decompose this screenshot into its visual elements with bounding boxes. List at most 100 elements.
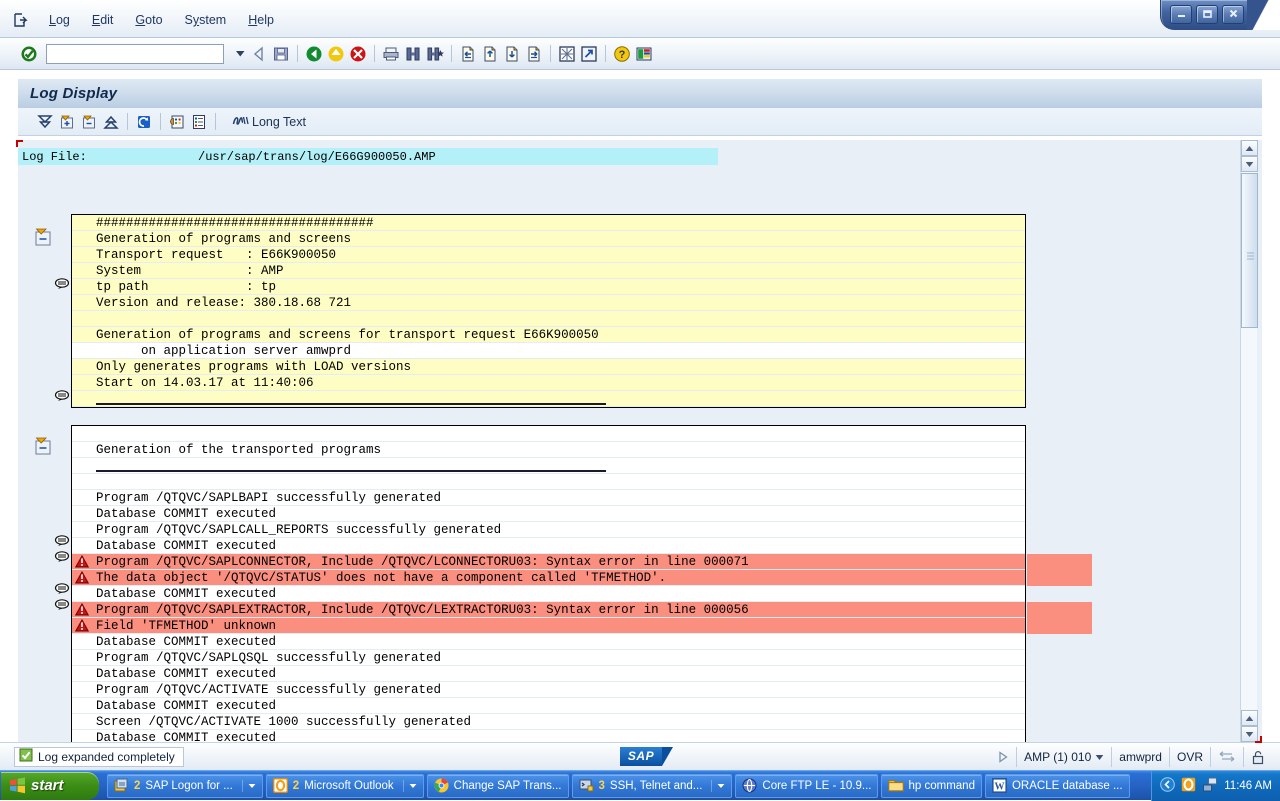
taskbar-button[interactable]: Core FTP LE - 10.9... — [735, 774, 878, 798]
log-row[interactable]: Database COMMIT executed — [72, 634, 1025, 650]
scroll-up-button[interactable] — [1241, 140, 1258, 156]
log-row[interactable]: Database COMMIT executed — [72, 698, 1025, 714]
node-toggle-block-2[interactable] — [32, 437, 54, 455]
log-row[interactable]: Only generates programs with LOAD versio… — [72, 359, 1025, 375]
lock-open-icon[interactable] — [1244, 747, 1272, 767]
technical-info-icon[interactable] — [166, 111, 188, 133]
menu-item-help[interactable]: Help — [237, 10, 285, 30]
log-row[interactable]: on application server amwprd — [72, 343, 1025, 359]
enter-check-icon[interactable] — [18, 43, 40, 65]
long-text-bubble-icon[interactable] — [54, 582, 70, 596]
log-row[interactable]: Generation of the transported programs — [72, 442, 1025, 458]
log-row[interactable]: Screen /QTQVC/ACTIVATE 1000 successfully… — [72, 714, 1025, 730]
log-row[interactable]: Database COMMIT executed — [72, 506, 1025, 522]
log-row[interactable]: System : AMP — [72, 263, 1025, 279]
taskbar-button[interactable]: Change SAP Trans... — [427, 774, 569, 798]
log-row[interactable]: Start on 14.03.17 at 11:40:06 — [72, 375, 1025, 391]
back-arrow-icon[interactable] — [248, 43, 270, 65]
back-yellow-icon[interactable] — [325, 43, 347, 65]
node-toggle-block-1[interactable] — [32, 228, 54, 246]
long-text-bubble-icon[interactable] — [54, 389, 70, 403]
long-text-bubble-icon[interactable] — [54, 277, 70, 291]
menu-item-system[interactable]: System — [174, 10, 238, 30]
menu-item-edit[interactable]: Edit — [81, 10, 125, 30]
log-row[interactable]: Database COMMIT executed — [72, 586, 1025, 602]
find-icon[interactable] — [402, 43, 424, 65]
outlook-tray-icon[interactable] — [1181, 777, 1196, 795]
log-row[interactable]: Program /QTQVC/SAPLEXTRACTOR, Include /Q… — [72, 602, 1025, 618]
customize-layout-icon[interactable] — [633, 43, 655, 65]
long-text-bubble-icon[interactable] — [54, 598, 70, 612]
taskbar-button[interactable]: 2SAP Logon for ... — [107, 774, 263, 798]
detail-list-icon[interactable] — [188, 111, 210, 133]
last-page-icon[interactable] — [523, 43, 545, 65]
insert-mode-cell[interactable]: OVR — [1170, 747, 1211, 767]
taskbar-group-chevron-down-icon[interactable] — [242, 780, 256, 792]
previous-page-icon[interactable] — [479, 43, 501, 65]
show-hidden-icon[interactable] — [1160, 777, 1175, 795]
command-input[interactable] — [47, 46, 223, 62]
minimize-button[interactable] — [1170, 5, 1192, 24]
long-text-bubble-icon[interactable] — [54, 534, 70, 548]
log-row[interactable]: Generation of programs and screens — [72, 231, 1025, 247]
scroll-down-button[interactable] — [1241, 156, 1258, 172]
log-row[interactable]: tp path : tp — [72, 279, 1025, 295]
collapse-all-icon[interactable] — [100, 111, 122, 133]
log-row[interactable]: Program /QTQVC/SAPLCALL_REPORTS successf… — [72, 522, 1025, 538]
system-info-cell[interactable]: AMP (1) 010 — [1017, 747, 1112, 767]
scroll-thumb[interactable] — [1241, 173, 1258, 328]
refresh-icon[interactable] — [133, 111, 155, 133]
log-row[interactable]: ##################################### — [72, 215, 1025, 231]
taskbar-button[interactable]: hp command — [881, 774, 981, 798]
first-page-icon[interactable] — [457, 43, 479, 65]
long-text-bubble-icon[interactable] — [54, 550, 70, 564]
start-button[interactable]: start — [1, 772, 99, 800]
network-tray-icon[interactable] — [1202, 777, 1218, 795]
taskbar-button[interactable]: 3SSH, Telnet and... — [572, 774, 733, 798]
menu-item-goto[interactable]: Goto — [124, 10, 173, 30]
log-row[interactable]: Program /QTQVC/ACTIVATE successfully gen… — [72, 682, 1025, 698]
log-row[interactable]: Transport request : E66K900050 — [72, 247, 1025, 263]
exit-green-icon[interactable] — [303, 43, 325, 65]
cancel-red-icon[interactable] — [347, 43, 369, 65]
taskbar-group-chevron-down-icon[interactable] — [711, 780, 725, 792]
save-icon[interactable] — [270, 43, 292, 65]
log-row[interactable] — [72, 391, 1025, 407]
system-menu-icon[interactable] — [10, 10, 32, 30]
log-row[interactable]: Database COMMIT executed — [72, 538, 1025, 554]
collapse-node-icon[interactable] — [78, 111, 100, 133]
expand-node-icon[interactable] — [56, 111, 78, 133]
print-icon[interactable] — [380, 43, 402, 65]
close-button[interactable] — [1222, 5, 1244, 24]
find-next-icon[interactable] — [424, 43, 446, 65]
log-row[interactable]: The data object '/QTQVC/STATUS' does not… — [72, 570, 1025, 586]
taskbar-button[interactable]: 2Microsoft Outlook — [266, 774, 424, 798]
taskbar-group-chevron-down-icon[interactable] — [403, 780, 417, 792]
log-row[interactable] — [72, 426, 1025, 442]
log-row[interactable] — [72, 458, 1025, 474]
create-shortcut-icon[interactable] — [578, 43, 600, 65]
log-row[interactable]: Generation of programs and screens for t… — [72, 327, 1025, 343]
command-field[interactable] — [46, 44, 224, 64]
new-session-icon[interactable] — [556, 43, 578, 65]
log-row[interactable]: Database COMMIT executed — [72, 730, 1025, 742]
taskbar-button[interactable]: WORACLE database ... — [985, 774, 1130, 798]
help-icon[interactable]: ? — [611, 43, 633, 65]
menu-item-log[interactable]: Log — [38, 10, 81, 30]
log-row[interactable]: Program /QTQVC/SAPLBAPI successfully gen… — [72, 490, 1025, 506]
maximize-button[interactable] — [1196, 5, 1218, 24]
log-row[interactable]: Program /QTQVC/SAPLCONNECTOR, Include /Q… — [72, 554, 1025, 570]
log-row[interactable] — [72, 311, 1025, 327]
long-text-button[interactable]: Long Text — [227, 111, 311, 133]
next-page-icon[interactable] — [501, 43, 523, 65]
log-row[interactable]: Database COMMIT executed — [72, 666, 1025, 682]
log-row[interactable] — [72, 474, 1025, 490]
log-row[interactable]: Version and release: 380.18.68 721 — [72, 295, 1025, 311]
log-vertical-scrollbar[interactable] — [1240, 140, 1257, 742]
scroll-up-button-bottom[interactable] — [1241, 710, 1258, 726]
data-transfer-icon[interactable] — [1211, 747, 1244, 767]
server-cell[interactable]: amwprd — [1112, 747, 1170, 767]
expand-all-icon[interactable] — [34, 111, 56, 133]
status-message[interactable]: Log expanded completely — [14, 747, 184, 767]
chevron-down-icon[interactable] — [232, 45, 248, 63]
